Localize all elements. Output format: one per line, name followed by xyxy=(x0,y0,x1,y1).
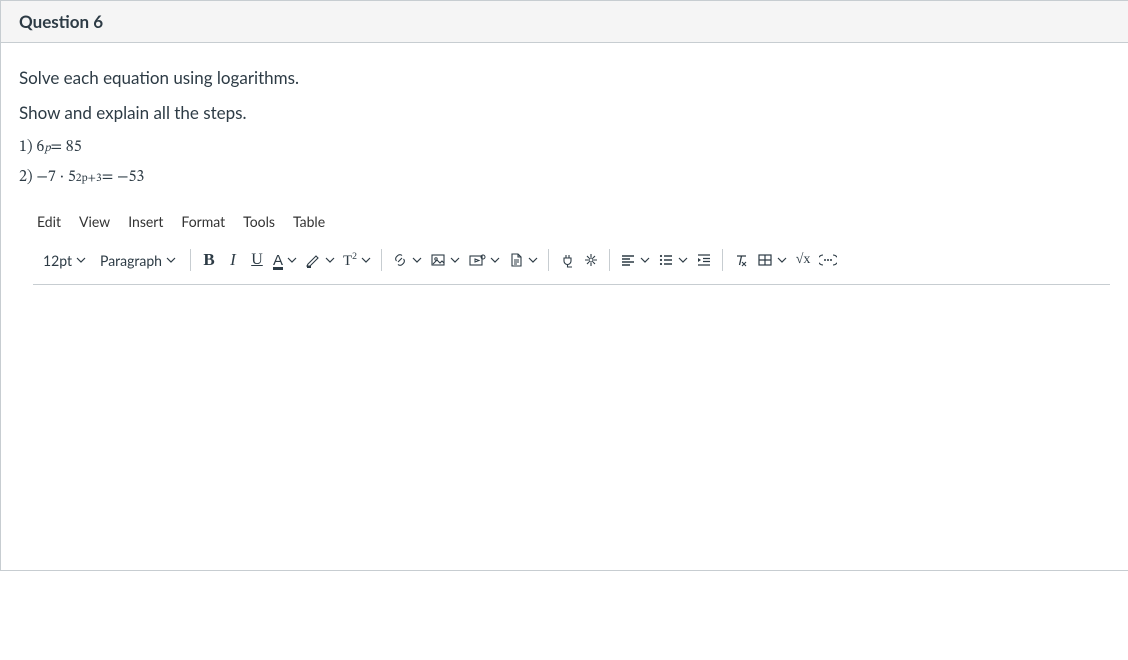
question-container: Question 6 Solve each equation using log… xyxy=(0,0,1128,571)
chevron-down-icon xyxy=(777,255,787,265)
chevron-down-icon xyxy=(678,255,688,265)
toolbar-separator xyxy=(190,249,191,271)
highlighter-icon xyxy=(305,252,321,268)
toolbar-separator xyxy=(548,249,549,271)
underline-button[interactable]: U xyxy=(245,244,269,276)
equation-1: 1) 6p = 85 xyxy=(19,137,1110,157)
equation-1-base: 1) 6 xyxy=(19,137,44,157)
rich-text-editor: Edit View Insert Format Tools Table 12pt… xyxy=(33,209,1110,564)
image-icon xyxy=(430,252,446,268)
media-icon xyxy=(468,252,486,268)
chevron-down-icon xyxy=(450,255,460,265)
align-left-icon xyxy=(620,252,636,268)
chevron-down-icon xyxy=(287,255,297,265)
indent-button[interactable] xyxy=(692,244,716,276)
prompt-line-1: Solve each equation using logarithms. xyxy=(19,67,1110,88)
menu-insert[interactable]: Insert xyxy=(128,213,163,230)
plug-icon xyxy=(559,252,575,268)
chevron-down-icon xyxy=(166,255,176,265)
menu-table[interactable]: Table xyxy=(293,213,325,230)
bold-icon: B xyxy=(203,250,214,270)
text-color-icon: A xyxy=(273,252,283,269)
superscript-icon: T2 xyxy=(343,251,357,270)
equation-2-rhs: = −53 xyxy=(102,167,145,187)
editor-content-area[interactable] xyxy=(33,284,1110,564)
toolbar-separator xyxy=(381,249,382,271)
editor-menubar: Edit View Insert Format Tools Table xyxy=(33,209,1110,240)
math-equation-button[interactable]: √x xyxy=(791,244,815,276)
italic-icon: I xyxy=(230,250,236,270)
list-button[interactable] xyxy=(654,244,692,276)
chevron-down-icon xyxy=(490,255,500,265)
question-title: Question 6 xyxy=(19,11,1110,32)
embed-button[interactable] xyxy=(815,244,841,276)
toolbar-separator xyxy=(609,249,610,271)
document-button[interactable] xyxy=(504,244,542,276)
fontsize-label: 12pt xyxy=(43,252,72,269)
media-button[interactable] xyxy=(464,244,504,276)
toolbar-separator xyxy=(722,249,723,271)
image-button[interactable] xyxy=(426,244,464,276)
document-icon xyxy=(508,252,524,268)
superscript-button[interactable]: T2 xyxy=(339,244,375,276)
chevron-down-icon xyxy=(76,255,86,265)
apps-button[interactable] xyxy=(555,244,579,276)
clear-formatting-button[interactable] xyxy=(729,244,753,276)
menu-tools[interactable]: Tools xyxy=(243,213,275,230)
chevron-down-icon xyxy=(528,255,538,265)
wrench-icon xyxy=(583,252,599,268)
blockformat-label: Paragraph xyxy=(100,252,162,269)
link-icon xyxy=(392,252,408,268)
equation-1-rhs: = 85 xyxy=(51,137,82,157)
chevron-down-icon xyxy=(412,255,422,265)
more-tools-button[interactable] xyxy=(579,244,603,276)
italic-button[interactable]: I xyxy=(221,244,245,276)
blockformat-select[interactable]: Paragraph xyxy=(94,244,184,276)
indent-icon xyxy=(696,252,712,268)
clear-format-icon xyxy=(733,252,749,268)
fontsize-select[interactable]: 12pt xyxy=(37,244,94,276)
menu-view[interactable]: View xyxy=(79,213,110,230)
chevron-down-icon xyxy=(640,255,650,265)
underline-icon: U xyxy=(251,251,263,269)
sqrt-icon: √x xyxy=(796,252,811,268)
embed-icon xyxy=(819,252,837,268)
bullet-list-icon xyxy=(658,252,674,268)
equation-2-exponent: 2p+3 xyxy=(76,171,102,186)
align-button[interactable] xyxy=(616,244,654,276)
chevron-down-icon xyxy=(361,255,371,265)
chevron-down-icon xyxy=(325,255,335,265)
bold-button[interactable]: B xyxy=(197,244,221,276)
table-button[interactable] xyxy=(753,244,791,276)
menu-edit[interactable]: Edit xyxy=(37,213,61,230)
link-button[interactable] xyxy=(388,244,426,276)
highlight-button[interactable] xyxy=(301,244,339,276)
text-color-button[interactable]: A xyxy=(269,244,301,276)
prompt-line-2: Show and explain all the steps. xyxy=(19,102,1110,123)
menu-format[interactable]: Format xyxy=(181,213,225,230)
equation-2-base: 2) −7 · 5 xyxy=(19,167,76,187)
question-body: Solve each equation using logarithms. Sh… xyxy=(1,43,1128,570)
question-header: Question 6 xyxy=(1,1,1128,43)
editor-toolbar: 12pt Paragraph B I xyxy=(33,240,1110,280)
equation-2: 2) −7 · 52p+3 = −53 xyxy=(19,167,1110,187)
table-icon xyxy=(757,252,773,268)
